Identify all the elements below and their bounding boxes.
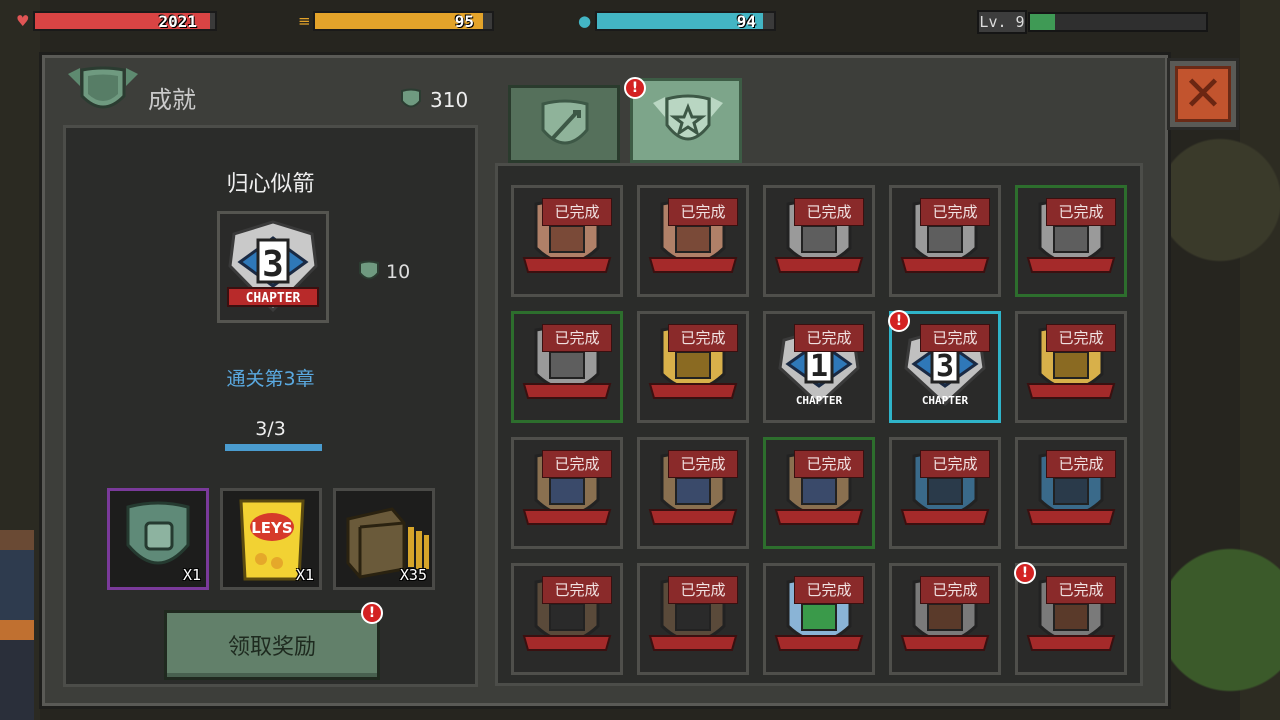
completed-tag: 已完成 xyxy=(542,198,612,226)
badge-caption: CHAPTER xyxy=(246,291,301,306)
completed-tag: 已完成 xyxy=(542,576,612,604)
achievement-cell[interactable]: 已完成 xyxy=(889,563,1001,675)
achievement-cell[interactable]: 3 CHAPTER 已完成! xyxy=(888,310,1001,423)
completed-tag: 已完成 xyxy=(794,198,864,226)
claim-reward-button[interactable]: 领取奖励 xyxy=(164,610,380,680)
progress-bar-fill xyxy=(225,444,322,451)
food-value: 95 xyxy=(454,12,474,31)
completed-tag: 已完成 xyxy=(1046,450,1116,478)
water-value: 94 xyxy=(736,12,756,31)
badge-caption: CHAPTER xyxy=(796,394,843,407)
achievement-cell[interactable]: 已完成 xyxy=(511,563,623,675)
achievement-description: 通关第3章 xyxy=(226,368,315,390)
water-drop-icon: ● xyxy=(578,12,592,30)
achievement-name: 归心似箭 xyxy=(226,172,315,197)
achievement-cell[interactable]: 已完成 xyxy=(1015,437,1127,549)
achievement-cell[interactable]: 已完成 xyxy=(1015,311,1127,423)
completed-tag: 已完成 xyxy=(1046,198,1116,226)
achievements-grid: 已完成 已完成 已完成 已完成 已完成 已完成 已完成 1 CHAPTER 已完… xyxy=(495,163,1143,686)
heart-icon: ♥ xyxy=(16,12,30,30)
reward-slot-2[interactable]: LEYS X1 xyxy=(220,488,322,590)
achievement-points: 310 xyxy=(400,88,468,112)
completed-tag: 已完成 xyxy=(668,576,738,604)
achievement-detail-panel: 归心似箭 3 CHAPTER 10 通关第3章 3/3 X1 LEYS X1 X… xyxy=(63,125,478,687)
achievement-cell[interactable]: 已完成 xyxy=(637,563,749,675)
completed-tag: 已完成 xyxy=(668,450,738,478)
progress-bar xyxy=(225,444,322,451)
star-shield-icon xyxy=(653,94,723,141)
points-value: 310 xyxy=(430,88,469,112)
player-character xyxy=(0,530,34,720)
badge-number: 1 xyxy=(810,349,828,384)
achievement-cell[interactable]: 已完成! xyxy=(1014,562,1127,675)
level-label: Lv. 9 xyxy=(977,10,1027,34)
achievement-cell[interactable]: 已完成 xyxy=(511,185,623,297)
burger-icon: ≡ xyxy=(298,12,311,30)
completed-tag: 已完成 xyxy=(1046,324,1116,352)
achievement-cell[interactable]: 已完成 xyxy=(1015,185,1127,297)
badge-number: 3 xyxy=(262,244,284,285)
completed-tag: 已完成 xyxy=(668,198,738,226)
achievement-cell[interactable]: 已完成 xyxy=(511,311,623,423)
health-value: 2021 xyxy=(158,12,197,31)
chapter-badge-icon: 3 CHAPTER xyxy=(227,220,319,313)
achievement-cell[interactable]: 已完成 xyxy=(637,311,749,423)
tab-star-shield[interactable] xyxy=(630,78,742,163)
progress-text: 3/3 xyxy=(255,418,286,440)
completed-tag: 已完成 xyxy=(920,450,990,478)
cell-alert-badge: ! xyxy=(888,310,910,332)
panel-title: 成就 xyxy=(148,86,196,114)
badge-caption: CHAPTER xyxy=(922,394,969,407)
reward-qty: X35 xyxy=(399,566,427,584)
food-bar: 95 xyxy=(313,11,494,31)
achievement-cell[interactable]: 已完成 xyxy=(889,185,1001,297)
completed-tag: 已完成 xyxy=(794,324,864,352)
achievement-cell[interactable]: 已完成 xyxy=(637,185,749,297)
achievement-badge: 3 CHAPTER xyxy=(217,211,329,323)
health-bar: 2021 xyxy=(33,11,217,31)
claim-alert-badge: ! xyxy=(361,602,383,624)
badge-number: 3 xyxy=(936,349,954,384)
xp-bar-fill xyxy=(1030,14,1055,30)
close-button[interactable]: ✕ xyxy=(1167,58,1239,130)
xp-bar xyxy=(1028,12,1208,32)
achievement-cell[interactable]: 1 CHAPTER 已完成 xyxy=(763,311,875,423)
water-bar: 94 xyxy=(595,11,776,31)
reward-slot-1[interactable]: X1 xyxy=(107,488,209,590)
completed-tag: 已完成 xyxy=(920,576,990,604)
cell-alert-badge: ! xyxy=(1014,562,1036,584)
achievement-cell[interactable]: 已完成 xyxy=(511,437,623,549)
achievement-cell[interactable]: 已完成 xyxy=(889,437,1001,549)
chips-brand-label: LEYS xyxy=(251,519,292,537)
completed-tag: 已完成 xyxy=(542,324,612,352)
reward-slot-3[interactable]: X35 xyxy=(333,488,435,590)
tab-alert-badge: ! xyxy=(624,77,646,99)
reward-qty: X1 xyxy=(295,566,314,584)
achievement-cell[interactable]: 已完成 xyxy=(637,437,749,549)
completed-tag: 已完成 xyxy=(1046,576,1116,604)
points-shield-icon xyxy=(401,88,421,108)
badge-points-value: 10 xyxy=(386,261,411,283)
achievement-cell[interactable]: 已完成 xyxy=(763,185,875,297)
points-shield-icon xyxy=(359,260,379,280)
achievement-cell[interactable]: 已完成 xyxy=(763,437,875,549)
reward-qty: X1 xyxy=(182,566,201,584)
tab-sword-shield[interactable] xyxy=(508,85,620,163)
completed-tag: 已完成 xyxy=(542,450,612,478)
achievement-cell[interactable]: 已完成 xyxy=(763,563,875,675)
close-x-icon: ✕ xyxy=(1182,66,1224,122)
badge-points: 10 xyxy=(358,260,410,284)
completed-tag: 已完成 xyxy=(794,576,864,604)
achievement-shield-icon xyxy=(68,66,138,109)
completed-tag: 已完成 xyxy=(668,324,738,352)
completed-tag: 已完成 xyxy=(794,450,864,478)
completed-tag: 已完成 xyxy=(920,324,990,352)
completed-tag: 已完成 xyxy=(920,198,990,226)
sword-shield-icon xyxy=(541,99,589,145)
